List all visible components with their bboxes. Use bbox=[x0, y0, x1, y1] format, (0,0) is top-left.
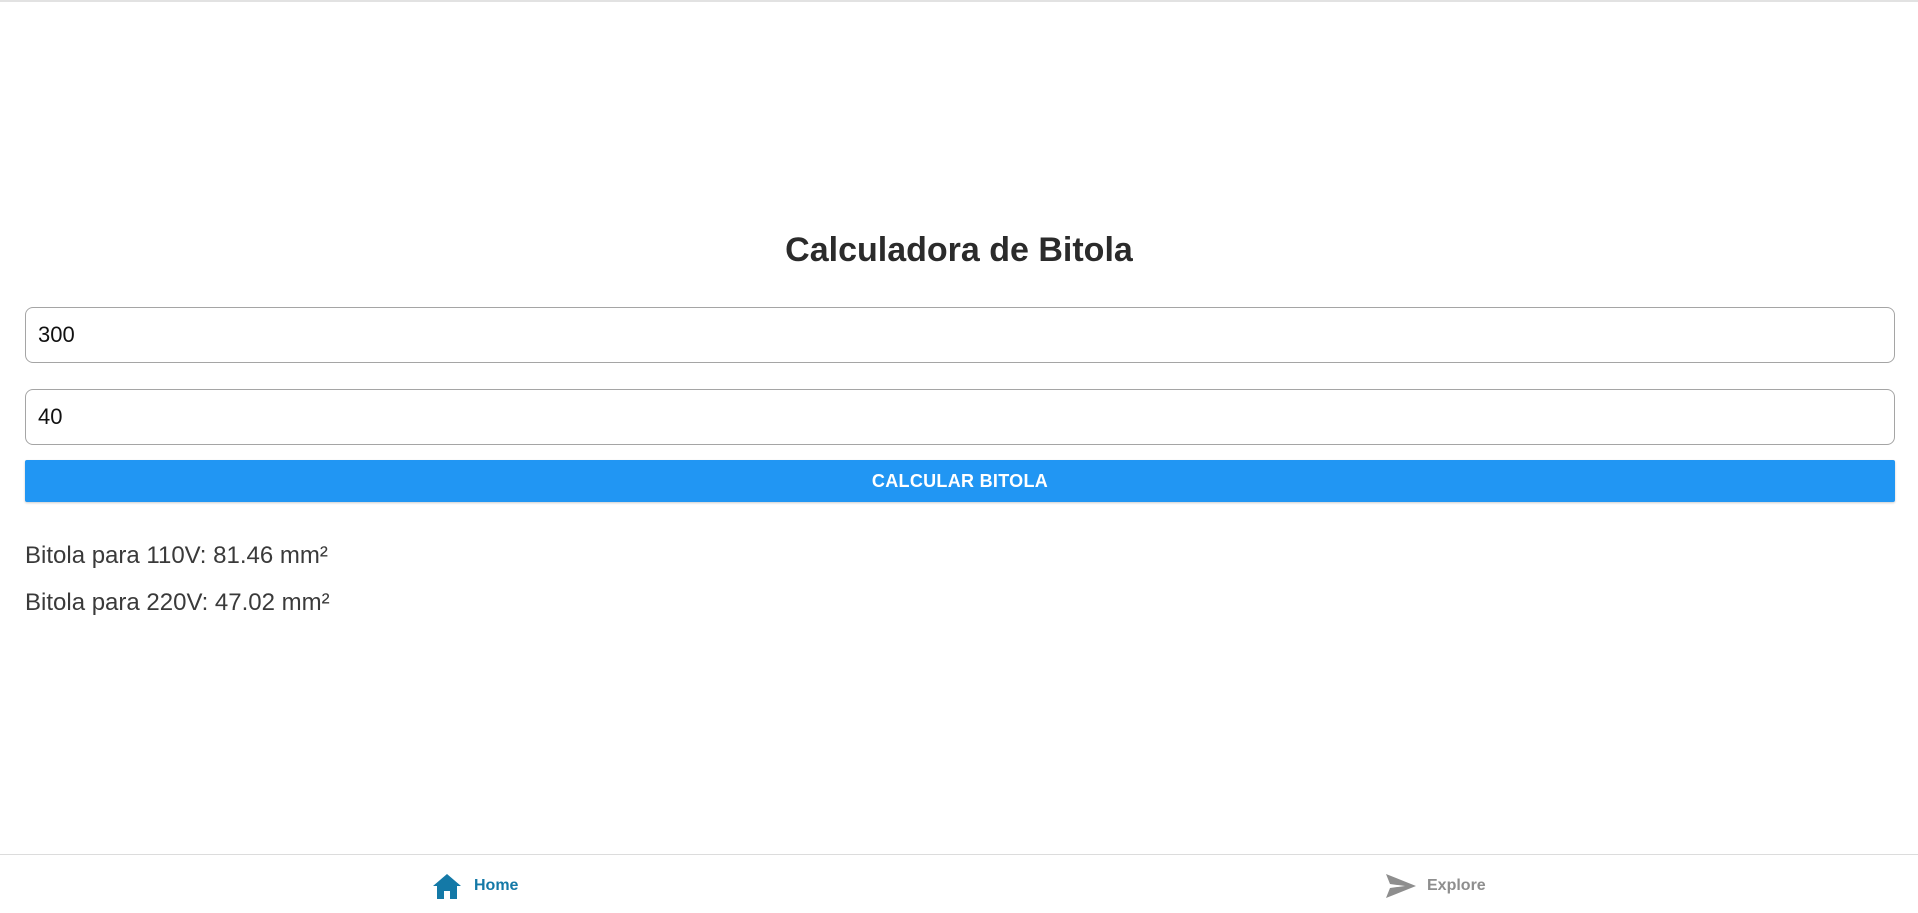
result-110v: Bitola para 110V: 81.46 mm² bbox=[25, 542, 328, 569]
bottom-tab-bar: Home Explore bbox=[0, 854, 1918, 913]
top-divider bbox=[0, 0, 1918, 2]
tab-explore-label: Explore bbox=[1427, 877, 1486, 894]
tab-home[interactable]: Home bbox=[432, 871, 518, 901]
send-icon bbox=[1385, 872, 1416, 900]
power-input[interactable] bbox=[25, 307, 1895, 363]
calculate-button[interactable]: CALCULAR BITOLA bbox=[25, 460, 1895, 502]
distance-input[interactable] bbox=[25, 389, 1895, 445]
tab-explore[interactable]: Explore bbox=[1385, 871, 1486, 901]
result-220v: Bitola para 220V: 47.02 mm² bbox=[25, 589, 330, 616]
home-icon bbox=[432, 872, 462, 900]
page-title: Calculadora de Bitola bbox=[785, 231, 1133, 269]
tab-home-label: Home bbox=[474, 877, 519, 894]
